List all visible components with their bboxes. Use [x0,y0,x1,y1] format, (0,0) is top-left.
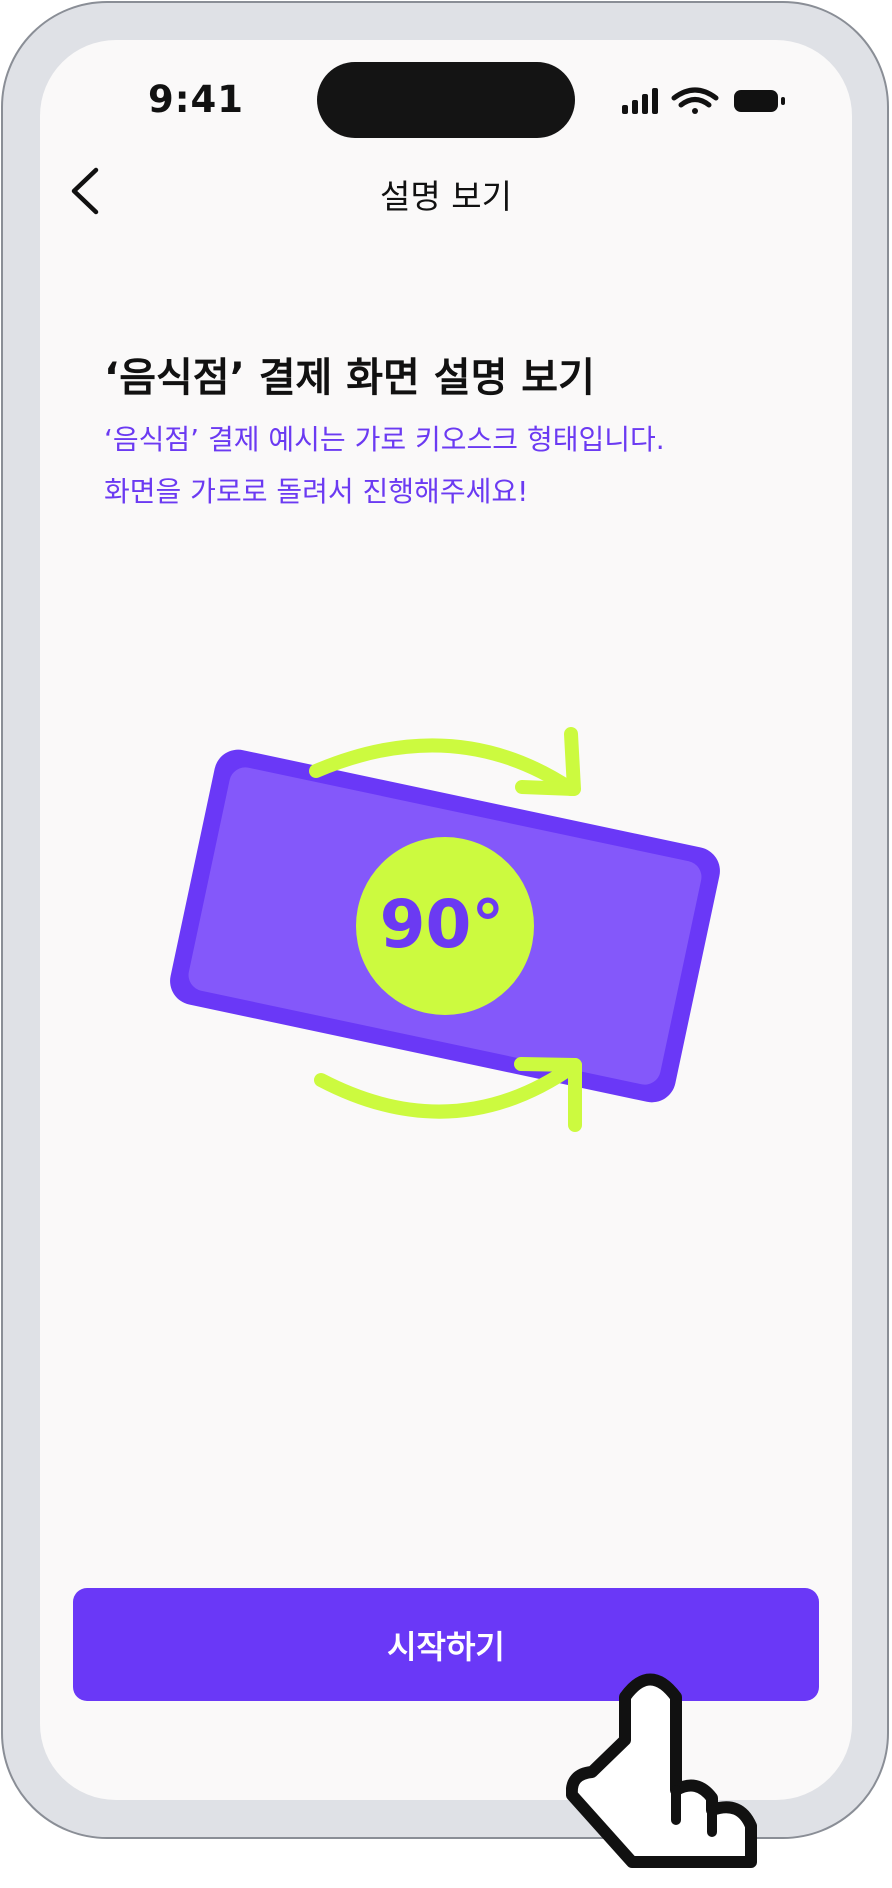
signal-icon [622,88,658,114]
tap-hand-icon [566,1673,757,1868]
wifi-icon [671,87,719,114]
page-heading: ‘음식점’ 결제 화면 설명 보기 [104,355,595,401]
description-line-2: 화면을 가로로 돌려서 진행해주세요! [104,475,529,508]
rotation-degree-label: 90° [379,886,505,963]
battery-icon [734,90,785,112]
description-line-1: ‘음식점’ 결제 예시는 가로 키오스크 형태입니다. [104,423,665,456]
dynamic-island [317,62,575,138]
nav-title: 설명 보기 [380,177,512,216]
status-time: 9:41 [148,78,245,121]
status-icons [622,87,785,114]
